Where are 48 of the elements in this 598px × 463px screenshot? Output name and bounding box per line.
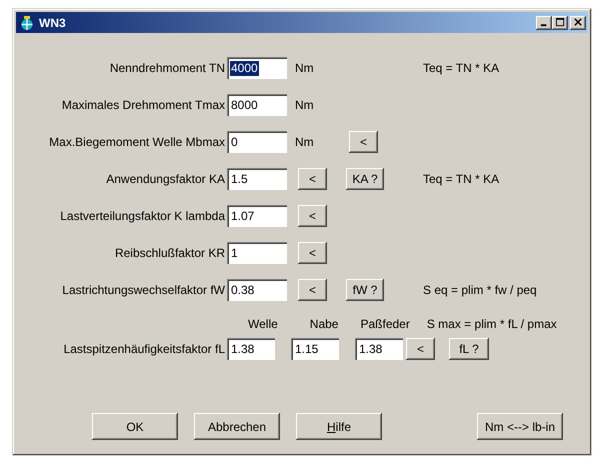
- formula-text: S eq = plim * fw / peq: [423, 283, 538, 297]
- input-field[interactable]: 1.38: [227, 338, 275, 360]
- input-field[interactable]: 0.38: [227, 279, 287, 301]
- field-label: Anwendungsfaktor KA: [105, 172, 225, 186]
- globe-icon: [20, 16, 34, 30]
- input-field[interactable]: 1.15: [291, 338, 339, 360]
- apply-button[interactable]: <: [298, 168, 327, 190]
- unit-label: Nm: [295, 135, 315, 149]
- dialog-button[interactable]: Nm <--> lb-in: [477, 413, 563, 440]
- input-field[interactable]: 1.07: [227, 205, 287, 227]
- column-header: Welle: [248, 317, 278, 331]
- apply-button[interactable]: <: [298, 279, 327, 301]
- field-label: Maximales Drehmoment Tmax: [60, 98, 225, 112]
- minimize-button[interactable]: [536, 16, 552, 30]
- apply-button[interactable]: <: [349, 131, 378, 153]
- formula-text: Teq = TN * KA: [423, 61, 500, 75]
- field-label: Nenndrehmoment TN: [108, 61, 225, 75]
- maximize-button[interactable]: [552, 16, 568, 30]
- field-label: Lastverteilungsfaktor K lambda: [59, 209, 225, 223]
- input-field[interactable]: 1: [227, 242, 287, 264]
- field-label: Max.Biegemoment Welle Mbmax: [48, 135, 225, 149]
- help-button[interactable]: fL ?: [449, 338, 489, 360]
- formula-text: Teq = TN * KA: [423, 172, 500, 186]
- input-field[interactable]: 0: [227, 131, 287, 153]
- column-header: Paßfeder: [360, 317, 410, 331]
- field-label: Reibschlußfaktor KR: [114, 246, 225, 260]
- help-button[interactable]: KA ?: [346, 168, 384, 190]
- unit-label: Nm: [295, 61, 315, 75]
- dialog-button[interactable]: Abbrechen: [194, 413, 280, 440]
- unit-label: Nm: [295, 98, 315, 112]
- apply-button[interactable]: <: [298, 242, 327, 264]
- dialog-button[interactable]: Hilfe: [296, 413, 382, 440]
- input-field[interactable]: 4000: [227, 57, 287, 79]
- field-label: Lastspitzenhäufigkeitsfaktor fL: [62, 342, 225, 356]
- column-header: Nabe: [310, 317, 338, 331]
- help-button[interactable]: fW ?: [346, 279, 384, 301]
- window-title: WN3: [39, 16, 67, 30]
- maximize-icon: [556, 18, 564, 27]
- dialog-button[interactable]: OK: [92, 413, 178, 440]
- formula-text: S max = plim * fL / pmax: [426, 317, 557, 331]
- close-icon: [574, 18, 582, 27]
- field-label: Lastrichtungswechselfaktor fW: [61, 283, 225, 297]
- input-field[interactable]: 1.5: [227, 168, 287, 190]
- apply-button[interactable]: <: [298, 205, 327, 227]
- input-field[interactable]: 1.38: [355, 338, 403, 360]
- input-field[interactable]: 8000: [227, 94, 287, 116]
- apply-button[interactable]: <: [406, 338, 435, 360]
- close-button[interactable]: [570, 16, 586, 30]
